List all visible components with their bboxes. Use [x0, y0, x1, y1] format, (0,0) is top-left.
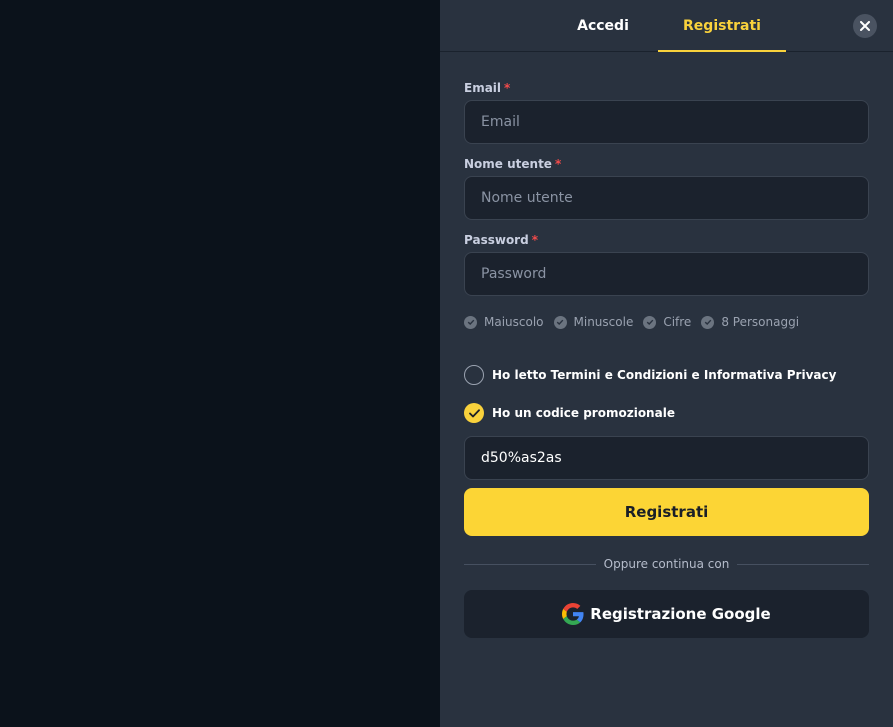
close-button[interactable] — [853, 14, 877, 38]
google-register-button[interactable]: Registrazione Google — [464, 590, 869, 638]
username-label: Nome utente * — [464, 157, 561, 171]
divider-text: Oppure continua con — [603, 557, 730, 571]
required-mark: * — [554, 157, 562, 171]
checkbox-unchecked-icon — [464, 365, 484, 385]
email-label: Email * — [464, 81, 510, 95]
register-panel: Accedi Registrati Email * Email Nome uten… — [440, 0, 893, 727]
password-field[interactable]: Password — [464, 252, 869, 296]
required-mark: * — [504, 81, 511, 95]
rule-label: 8 Personaggi — [721, 315, 800, 329]
username-label-text: Nome utente — [464, 157, 552, 171]
modal-backdrop[interactable] — [0, 0, 440, 727]
required-mark: * — [531, 233, 538, 247]
rule-length: 8 Personaggi — [701, 315, 799, 329]
password-label-text: Password — [464, 233, 529, 247]
username-field[interactable]: Nome utente — [464, 176, 869, 220]
rule-lowercase: Minuscole — [553, 315, 634, 329]
terms-checkbox[interactable]: Ho letto Termini e Condizioni e Informat… — [464, 365, 836, 385]
tab-login[interactable]: Accedi — [544, 0, 662, 52]
divider: Oppure continua con — [464, 556, 870, 572]
close-icon — [860, 21, 870, 31]
auth-tabs: Accedi Registrati — [440, 0, 893, 52]
promo-checkbox[interactable]: Ho un codice promozionale — [464, 403, 675, 423]
check-circle-icon — [553, 315, 567, 329]
tab-register[interactable]: Registrati — [658, 0, 786, 52]
check-circle-icon — [701, 315, 715, 329]
password-label: Password * — [464, 233, 538, 247]
rule-label: Maiuscolo — [484, 315, 544, 329]
email-label-text: Email — [464, 81, 502, 95]
rule-digits: Cifre — [643, 315, 691, 329]
promo-label: Ho un codice promozionale — [492, 406, 675, 420]
divider-line — [464, 563, 596, 565]
rule-label: Cifre — [663, 315, 692, 329]
promo-code-input[interactable]: d50%as2as — [464, 436, 869, 480]
check-circle-icon — [464, 315, 477, 329]
rule-label: Minuscole — [573, 315, 634, 329]
checkbox-checked-icon — [464, 403, 484, 423]
google-button-label: Registrazione Google — [590, 605, 771, 623]
divider-line — [737, 563, 870, 565]
register-button[interactable]: Registrati — [464, 488, 869, 536]
google-icon — [562, 603, 584, 625]
terms-label: Ho letto Termini e Condizioni e Informat… — [492, 368, 837, 382]
check-circle-icon — [643, 315, 657, 329]
rule-uppercase: Maiuscolo — [464, 315, 544, 329]
email-field[interactable]: Email — [464, 100, 869, 144]
password-rules: Maiuscolo Minuscole Cifre 8 Personaggi — [464, 314, 809, 330]
